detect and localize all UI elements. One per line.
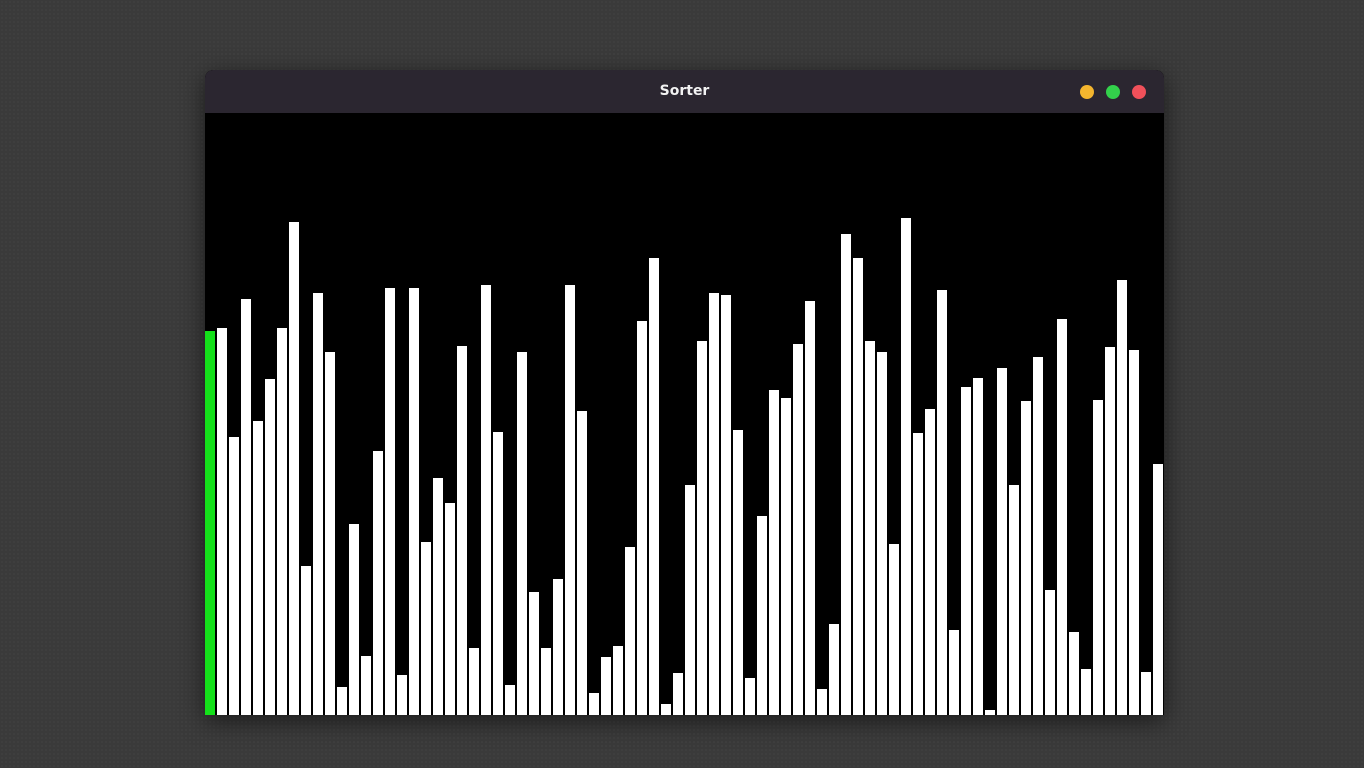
bar [397,675,407,715]
bar [841,234,851,715]
bar [349,524,359,715]
bar [889,544,899,715]
bar [1129,350,1139,715]
bar [625,547,635,715]
bar [757,516,767,715]
bar [301,566,311,715]
bar [985,710,995,715]
bar [385,288,395,715]
bar [553,579,563,715]
bar [937,290,947,715]
bar [925,409,935,715]
bar [853,258,863,715]
bar [541,648,551,715]
bar [265,379,275,715]
bar [361,656,371,715]
bar [589,693,599,715]
bar-highlighted [205,331,215,715]
bar [901,218,911,715]
bar [469,648,479,715]
bar [1033,357,1043,715]
bar [685,485,695,715]
bar [481,285,491,715]
bar [1069,632,1079,715]
bar [277,328,287,715]
bar [637,321,647,715]
bar [913,433,923,715]
bar [1093,400,1103,715]
bar [517,352,527,715]
bar [1009,485,1019,715]
bar [421,542,431,715]
bar [565,285,575,715]
bar [661,704,671,715]
bar [817,689,827,715]
bar [865,341,875,715]
bar [313,293,323,715]
bar [877,352,887,715]
bar [505,685,515,715]
bar [973,378,983,715]
bar [733,430,743,715]
sorter-window: Sorter [205,70,1164,715]
maximize-button[interactable] [1106,85,1120,99]
bar [253,421,263,715]
minimize-button[interactable] [1080,85,1094,99]
bar [1045,590,1055,715]
bar [1105,347,1115,715]
bar [1021,401,1031,715]
bar [997,368,1007,715]
bar [697,341,707,715]
bar [529,592,539,715]
bar [1117,280,1127,715]
bar [613,646,623,715]
bar [709,293,719,715]
bar [337,687,347,715]
bar [961,387,971,715]
bar [673,673,683,715]
window-title: Sorter [659,83,710,99]
bar [805,301,815,715]
bar [433,478,443,715]
bar [745,678,755,715]
bar [949,630,959,715]
bar [793,344,803,715]
bar [373,451,383,715]
bar [1153,464,1163,715]
bar [781,398,791,715]
bar [829,624,839,715]
bar [1057,319,1067,715]
bar [769,390,779,715]
bar [325,352,335,715]
bar [457,346,467,715]
bar [1081,669,1091,715]
title-bar[interactable]: Sorter [205,70,1164,113]
bar [445,503,455,715]
bar [721,295,731,715]
bar [289,222,299,715]
bar [577,411,587,715]
close-button[interactable] [1132,85,1146,99]
bar [217,328,227,715]
bar [1141,672,1151,715]
bar [493,432,503,715]
bar [229,437,239,715]
sort-visualization [205,113,1164,715]
bar [241,299,251,715]
bar [409,288,419,715]
bar [601,657,611,715]
bar [649,258,659,715]
